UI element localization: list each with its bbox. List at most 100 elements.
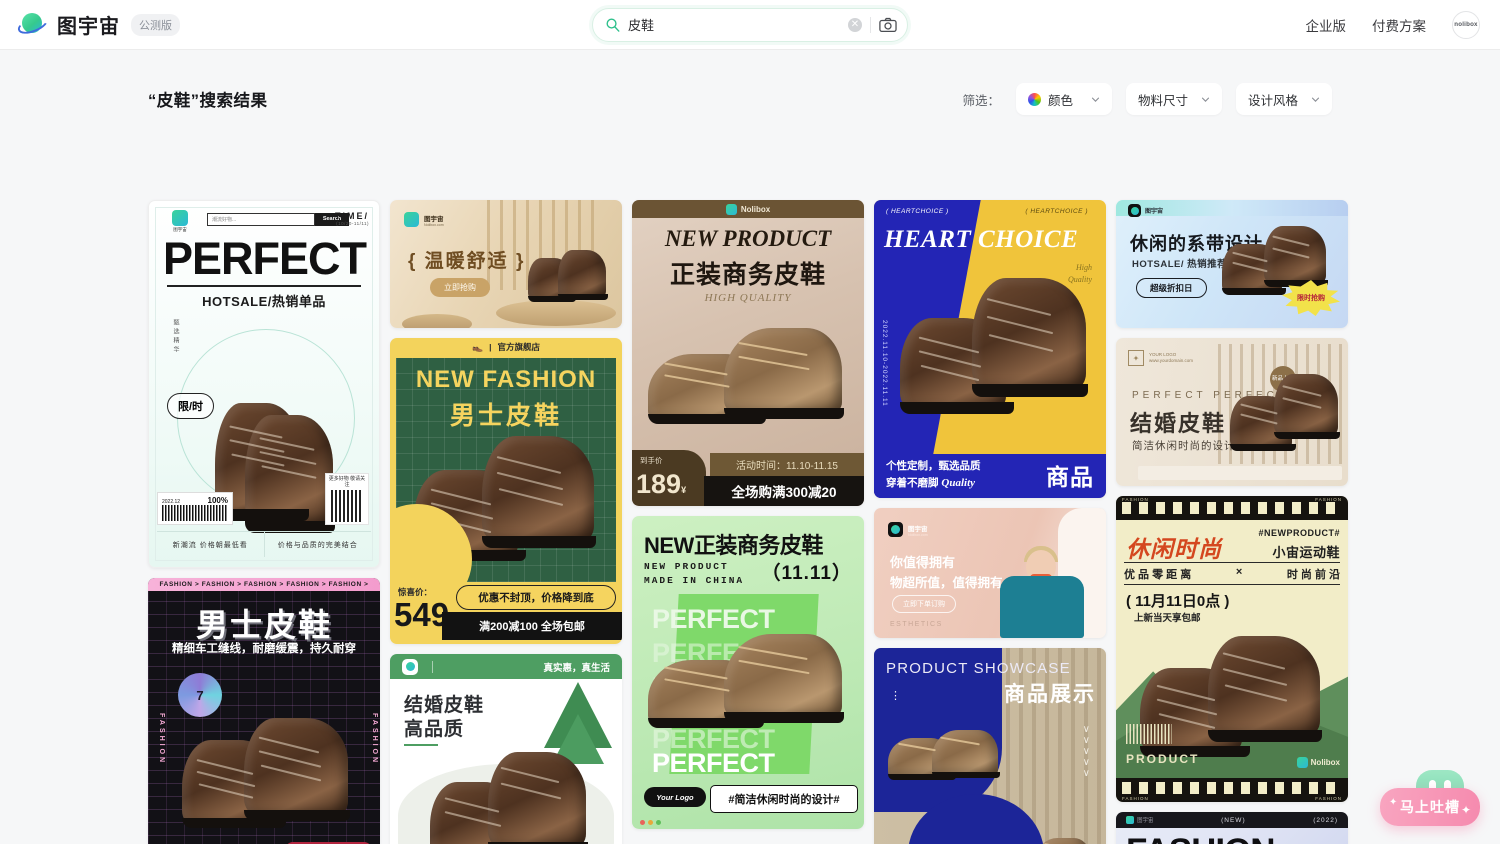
result-card-fashion[interactable]: 图宇宙 (NEW) (2022) FASHION @图小宙牌商品名 bbox=[1116, 812, 1348, 844]
card-brand: Nolibox bbox=[1296, 757, 1340, 768]
result-card-new-product[interactable]: Nolibox NEW PRODUCT 正装商务皮鞋 HIGH QUALITY … bbox=[632, 200, 864, 506]
card-title-2: #NEWPRODUCT# bbox=[1258, 528, 1340, 538]
card-big-label: 商品 bbox=[1046, 464, 1094, 490]
card-title-cn: 男士皮鞋 bbox=[449, 402, 562, 430]
header-nav: 企业版 付费方案 nolibox bbox=[1306, 10, 1480, 39]
card-logo: 图宇宙 bbox=[1128, 204, 1163, 217]
color-wheel-icon bbox=[1028, 92, 1041, 106]
card-vertical-text: 甄选精华 bbox=[172, 319, 178, 355]
card-title-cn: 结婚皮鞋 bbox=[1130, 411, 1227, 436]
results-grid: 图宇宙 潮流好物... Search TIME/ (10/20-11/11) P… bbox=[148, 200, 1352, 844]
result-card-showcase[interactable]: PRODUCT SHOWCASE 商品展示 ⋮ ∨ ∨ ∨ ∨ ∨ bbox=[874, 648, 1106, 844]
feedback-button[interactable]: ✦ 马上吐槽 ✦ bbox=[1380, 788, 1480, 826]
feedback-fab[interactable]: ✦ 马上吐槽 ✦ bbox=[1380, 770, 1480, 826]
shoe-image bbox=[888, 730, 1000, 788]
card-bubble: #简洁休闲时尚的设计# bbox=[710, 785, 858, 813]
card-marquee: FASHION > FASHION > FASHION > FASHION > … bbox=[148, 578, 380, 591]
filter-size[interactable]: 物料尺寸 bbox=[1126, 83, 1222, 115]
filter-color-label: 颜色 bbox=[1048, 93, 1074, 108]
search-divider bbox=[870, 16, 871, 33]
card-perfect-5: PERFECT bbox=[652, 748, 775, 778]
search-icon bbox=[606, 18, 620, 32]
shoe-image bbox=[648, 634, 844, 740]
card-footer: 个性定制，甄选品质 穿着不磨脚 Quality bbox=[886, 460, 981, 489]
shoe-image bbox=[648, 328, 844, 438]
film-label-bl: FASHION bbox=[1122, 796, 1149, 801]
result-card-casual-lace[interactable]: 图宇宙 休闲的系带设计 HOTSALE/ 热销推荐 超级折扣日 限时抢购 bbox=[1116, 200, 1348, 328]
camera-icon[interactable] bbox=[879, 17, 897, 33]
card-tag-right: ( HEARTCHOICE ) bbox=[1025, 208, 1088, 215]
top-header: 图宇宙 公测版 皮鞋 ✕ 企业版 付费方案 nolibox bbox=[0, 0, 1500, 50]
card-lines: NEW PRODUCT MADE IN CHINA bbox=[644, 561, 745, 586]
result-card-new-green[interactable]: NEW正装商务皮鞋 NEW PRODUCT MADE IN CHINA （11.… bbox=[632, 516, 864, 829]
card-search-placeholder: 潮流好物... bbox=[207, 213, 315, 226]
card-headline: PERFECT bbox=[163, 233, 367, 284]
film-label-right: FASHION bbox=[1315, 497, 1342, 502]
card-subhead: HOTSALE/热销单品 bbox=[202, 294, 326, 309]
chevron-down-icon bbox=[1311, 97, 1320, 102]
card-top-bar: 图宇宙 (NEW) (2022) bbox=[1116, 812, 1348, 828]
result-card-perfect[interactable]: 图宇宙 潮流好物... Search TIME/ (10/20-11/11) P… bbox=[148, 200, 380, 568]
shoe-image bbox=[1140, 636, 1322, 768]
card-line-1: 你值得拥有 bbox=[890, 555, 956, 570]
brand-logo[interactable]: 图宇宙 公测版 bbox=[15, 10, 180, 40]
shoe-image bbox=[900, 278, 1088, 428]
card-logo: ✦ YOUR LOGO www.yourdomain.com bbox=[1128, 350, 1193, 366]
card-button: 立即下单订购 bbox=[892, 595, 956, 613]
result-card-film[interactable]: FASHION FASHION FASHION FASHION 休闲时尚 #NE… bbox=[1116, 496, 1348, 802]
filter-style[interactable]: 设计风格 bbox=[1236, 83, 1332, 115]
feedback-label: 马上吐槽 bbox=[1400, 799, 1460, 815]
card-promo-2: 全场购满300减20 bbox=[704, 476, 864, 506]
card-subtitle: 精细车工缝线，耐磨缓震，持久耐穿 bbox=[172, 643, 356, 655]
card-title-en: NEW PRODUCT bbox=[664, 226, 832, 251]
filter-label: 筛选： bbox=[962, 93, 1000, 108]
card-title-en: PRODUCT SHOWCASE bbox=[886, 660, 1071, 677]
result-card-heart-choice[interactable]: ( HEARTCHOICE ) ( HEARTCHOICE ) HEART CH… bbox=[874, 200, 1106, 498]
card-logo: 图宇宙 Nolibox.com bbox=[888, 522, 928, 537]
card-promo-2: 满200减100 全场包邮 bbox=[442, 612, 622, 640]
card-subtitle: HOTSALE/ 热销推荐 bbox=[1132, 259, 1228, 270]
results-toolbar: “皮鞋”搜索结果 筛选： 颜色 物料尺寸 设计风格 bbox=[0, 50, 1500, 120]
card-logo: 图宇宙 bbox=[169, 210, 191, 233]
search-input[interactable]: 皮鞋 bbox=[628, 15, 848, 34]
nav-enterprise[interactable]: 企业版 bbox=[1306, 15, 1347, 35]
result-card-warm[interactable]: 图宇宙 Nolibox.com { 温暖舒适 } 立即抢购 bbox=[390, 200, 622, 328]
card-header: 真实惠，真生活 bbox=[390, 654, 622, 679]
filter-size-label: 物料尺寸 bbox=[1138, 93, 1189, 108]
filter-color[interactable]: 颜色 bbox=[1016, 83, 1112, 115]
card-new-tag: (NEW) bbox=[1221, 816, 1246, 824]
card-title-en: NEW FASHION bbox=[415, 366, 597, 393]
card-date-sub: 上新当天享包邮 bbox=[1134, 613, 1201, 624]
chevron-down-icon bbox=[1201, 97, 1210, 102]
card-limit-badge: 限/时 bbox=[167, 393, 215, 419]
card-store: 👞 | 官方旗舰店 bbox=[471, 341, 541, 353]
card-logo: Your Logo bbox=[644, 787, 706, 807]
card-footer: 新潮流 价格朝最低看 价格与品质的完美结合 bbox=[157, 531, 371, 557]
film-label-br: FASHION bbox=[1315, 796, 1342, 801]
nav-pricing[interactable]: 付费方案 bbox=[1372, 15, 1426, 35]
result-card-new-fashion[interactable]: 👞 | 官方旗舰店 NEW FASHION 男士皮鞋 惊喜价： 549 优惠不封… bbox=[390, 338, 622, 644]
card-promo-1: 活动时间：11.10-11.15 bbox=[710, 453, 864, 476]
brand-name: 图宇宙 bbox=[57, 16, 120, 38]
card-title-cn: 正装商务皮鞋 bbox=[669, 261, 826, 289]
shoe-image bbox=[182, 718, 352, 843]
card-barcode: 2022.12 100% bbox=[157, 492, 233, 525]
clear-icon[interactable]: ✕ bbox=[848, 17, 862, 32]
card-title-2: 高品质 bbox=[404, 719, 465, 740]
search-bar[interactable]: 皮鞋 ✕ bbox=[592, 7, 908, 42]
grid-column-5: 图宇宙 休闲的系带设计 HOTSALE/ 热销推荐 超级折扣日 限时抢购 ✦ Y… bbox=[1116, 200, 1348, 844]
result-card-mens-dark[interactable]: FASHION > FASHION > FASHION > FASHION > … bbox=[148, 578, 380, 844]
avatar[interactable]: nolibox bbox=[1452, 10, 1480, 39]
card-brand-bar: Nolibox bbox=[632, 200, 864, 218]
result-card-wedding-green[interactable]: 真实惠，真生活 结婚皮鞋 高品质 bbox=[390, 654, 622, 844]
card-footer: ESTHETICS bbox=[890, 621, 943, 628]
card-title: NEW正装商务皮鞋 bbox=[644, 533, 823, 558]
result-card-esthetics[interactable]: 图宇宙 Nolibox.com 你值得拥有 物超所值，值得拥有 立即下单订购 E… bbox=[874, 508, 1106, 638]
grid-column-2: 图宇宙 Nolibox.com { 温暖舒适 } 立即抢购 👞|官方旗舰店 bbox=[390, 200, 622, 844]
card-promo-1: 优惠不封顶，价格降到底 bbox=[456, 585, 616, 610]
result-card-wedding-beige[interactable]: ✦ YOUR LOGO www.yourdomain.com 新品上市 PERF… bbox=[1116, 338, 1348, 486]
card-pill: 超级折扣日 bbox=[1136, 278, 1207, 298]
shoe-image bbox=[528, 250, 608, 306]
card-price: 189¥ bbox=[636, 469, 687, 499]
filter-group: 筛选： 颜色 物料尺寸 设计风格 bbox=[962, 83, 1332, 115]
